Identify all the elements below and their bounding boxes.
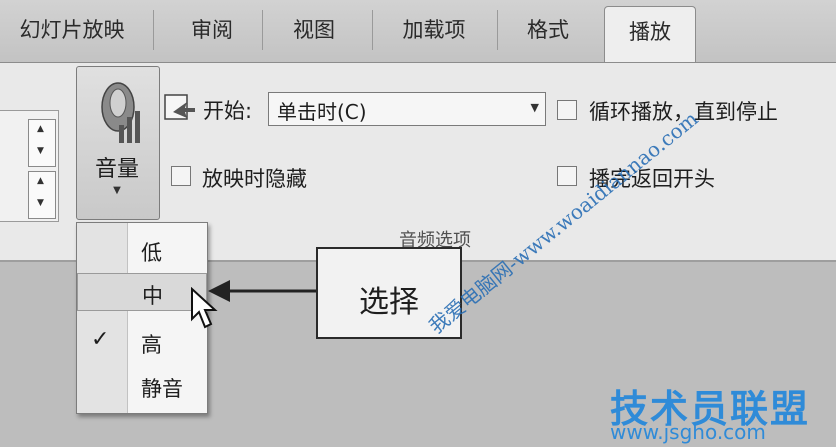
spin-down-icon[interactable]: ▼ xyxy=(37,198,44,208)
ribbon-tab-bar: 幻灯片放映 审阅 视图 加载项 格式 播放 xyxy=(0,0,836,63)
tab-review[interactable]: 审阅 xyxy=(172,8,252,52)
tab-separator xyxy=(262,10,263,50)
spin-down-icon[interactable]: ▼ xyxy=(37,146,44,156)
start-select-value: 单击时(C) xyxy=(277,100,367,124)
hide-during-show-label[interactable]: 放映时隐藏 xyxy=(202,163,307,193)
start-label: 开始: xyxy=(203,99,253,123)
tab-format[interactable]: 格式 xyxy=(508,8,588,52)
spin-up-icon[interactable]: ▲ xyxy=(37,124,44,134)
timing-spinners-panel: ▲ ▼ ▲ ▼ xyxy=(0,110,59,222)
mouse-cursor-icon xyxy=(190,286,220,335)
volume-label: 音量 xyxy=(94,157,139,182)
volume-dropdown-menu: 低 中 ✓ 高 静音 xyxy=(76,222,208,414)
tab-view[interactable]: 视图 xyxy=(274,8,354,52)
chevron-down-icon: ▼ xyxy=(113,185,121,196)
menu-item-label: 高 xyxy=(141,333,162,357)
rewind-after-playing-checkbox[interactable] xyxy=(557,166,577,186)
start-trigger-icon xyxy=(163,92,199,128)
tab-separator xyxy=(372,10,373,50)
speaker-icon xyxy=(89,73,147,151)
volume-option-high[interactable]: ✓ 高 xyxy=(77,323,207,361)
menu-item-label: 中 xyxy=(142,284,163,308)
tab-separator xyxy=(153,10,154,50)
spinner-lower[interactable]: ▲ ▼ xyxy=(28,171,56,219)
checkmark-icon: ✓ xyxy=(91,327,110,352)
volume-option-mute[interactable]: 静音 xyxy=(77,367,207,405)
watermark-domain: www.jsgho.com xyxy=(610,420,766,444)
tab-playback[interactable]: 播放 xyxy=(604,6,696,63)
spinner-upper[interactable]: ▲ ▼ xyxy=(28,119,56,167)
volume-option-medium[interactable]: 中 xyxy=(77,273,207,311)
chevron-down-icon[interactable]: ▼ xyxy=(531,101,539,114)
volume-button[interactable]: 音量 ▼ xyxy=(76,66,160,220)
volume-option-low[interactable]: 低 xyxy=(77,231,207,269)
menu-item-label: 低 xyxy=(141,241,162,265)
menu-item-label: 静音 xyxy=(141,377,183,401)
loop-until-stopped-checkbox[interactable] xyxy=(557,100,577,120)
tab-add-ins[interactable]: 加载项 xyxy=(384,8,484,52)
spin-up-icon[interactable]: ▲ xyxy=(37,176,44,186)
tab-slide-show[interactable]: 幻灯片放映 xyxy=(6,8,138,52)
tab-separator xyxy=(497,10,498,50)
hide-during-show-checkbox[interactable] xyxy=(171,166,191,186)
start-select[interactable]: 单击时(C) ▼ xyxy=(268,92,546,126)
